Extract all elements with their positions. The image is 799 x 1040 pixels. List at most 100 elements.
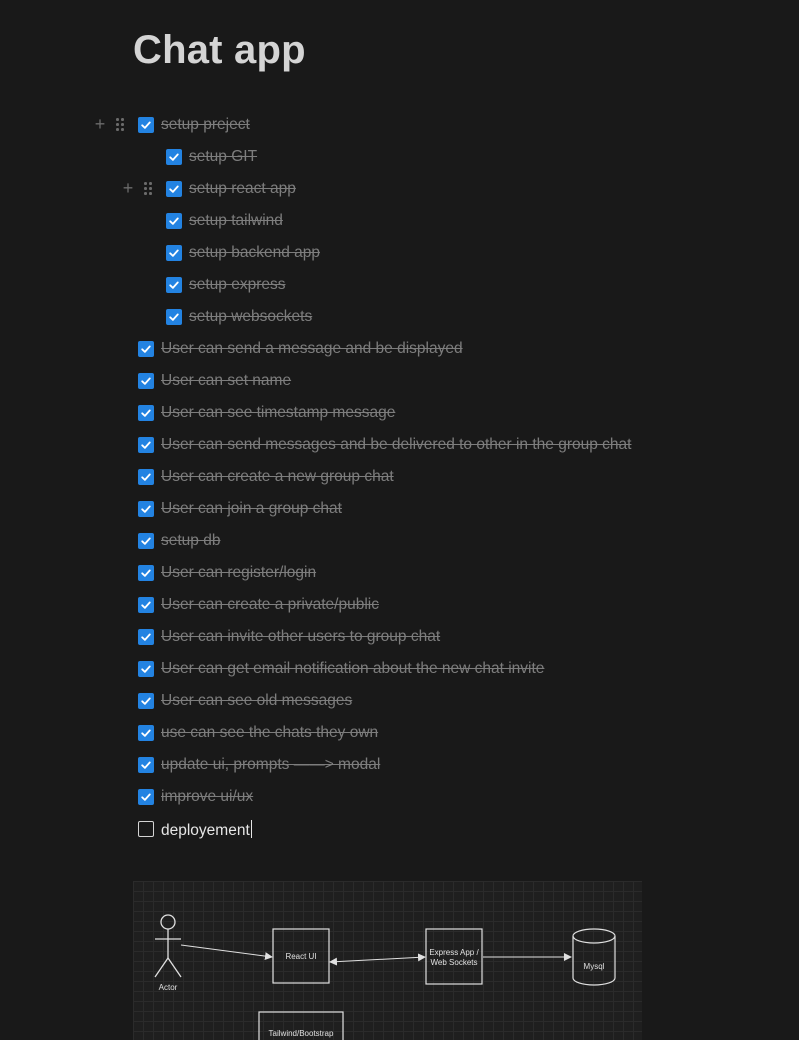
checkbox-checked[interactable] — [138, 693, 154, 709]
todo-item[interactable]: User can see old messages — [0, 685, 799, 717]
checkbox-checked[interactable] — [138, 629, 154, 645]
checkmark-icon — [140, 471, 152, 483]
todo-text[interactable]: User can invite other users to group cha… — [161, 628, 440, 646]
todo-text[interactable]: setup preject — [161, 116, 250, 134]
checkbox-checked[interactable] — [138, 437, 154, 453]
react-ui-label: React UI — [285, 952, 316, 961]
todo-text[interactable]: setup GIT — [189, 148, 257, 166]
todo-text[interactable]: deployement — [161, 820, 252, 840]
checkbox-checked[interactable] — [166, 277, 182, 293]
checkbox-checked[interactable] — [138, 565, 154, 581]
checkbox-checked[interactable] — [138, 373, 154, 389]
checkbox-checked[interactable] — [166, 149, 182, 165]
todo-text[interactable]: setup react app — [189, 180, 296, 198]
checkbox-checked[interactable] — [138, 597, 154, 613]
todo-item[interactable]: User can register/login — [0, 557, 799, 589]
todo-item[interactable]: User can create a new group chat — [0, 461, 799, 493]
checkmark-icon — [168, 279, 180, 291]
checkmark-icon — [140, 119, 152, 131]
todo-text[interactable]: setup backend app — [189, 244, 320, 262]
checkbox-checked[interactable] — [166, 309, 182, 325]
todo-item[interactable]: deployement — [0, 813, 799, 845]
checkbox-checked[interactable] — [166, 245, 182, 261]
todo-item[interactable]: setup tailwind — [0, 205, 799, 237]
checkmark-icon — [140, 663, 152, 675]
todo-text[interactable]: User can set name — [161, 372, 291, 390]
checkbox-checked[interactable] — [166, 213, 182, 229]
todo-item[interactable]: User can set name — [0, 365, 799, 397]
todo-item[interactable]: + setup react app — [0, 173, 799, 205]
checkbox-unchecked[interactable] — [138, 821, 154, 837]
todo-item[interactable]: setup GIT — [0, 141, 799, 173]
drag-handle-icon[interactable] — [116, 118, 126, 132]
todo-item[interactable]: setup db — [0, 525, 799, 557]
todo-item[interactable]: User can send a message and be displayed — [0, 333, 799, 365]
checkbox-checked[interactable] — [138, 661, 154, 677]
checkmark-icon — [140, 759, 152, 771]
checkbox-checked[interactable] — [138, 725, 154, 741]
checkmark-icon — [140, 567, 152, 579]
checkmark-icon — [140, 599, 152, 611]
react-to-express-arrow — [329, 953, 426, 966]
checkbox-checked[interactable] — [138, 501, 154, 517]
todo-item[interactable]: update ui, prompts ——> modal — [0, 749, 799, 781]
checkmark-icon — [140, 791, 152, 803]
todo-text[interactable]: User can get email notification about th… — [161, 660, 544, 678]
todo-text[interactable]: setup db — [161, 532, 220, 550]
todo-item[interactable]: User can invite other users to group cha… — [0, 621, 799, 653]
database-cylinder — [572, 928, 616, 986]
todo-item[interactable]: User can get email notification about th… — [0, 653, 799, 685]
todo-text[interactable]: use can see the chats they own — [161, 724, 378, 742]
architecture-diagram[interactable]: Actor React UI Express App / Web Sockets… — [133, 881, 642, 1040]
todo-item[interactable]: setup websockets — [0, 301, 799, 333]
checkbox-checked[interactable] — [138, 469, 154, 485]
todo-text[interactable]: setup websockets — [189, 308, 312, 326]
checkmark-icon — [168, 311, 180, 323]
checkmark-icon — [140, 503, 152, 515]
express-label-line2: Web Sockets — [431, 958, 478, 967]
text-cursor — [250, 820, 252, 838]
todo-item[interactable]: setup express — [0, 269, 799, 301]
todo-text[interactable]: improve ui/ux — [161, 788, 253, 806]
todo-text[interactable]: update ui, prompts ——> modal — [161, 756, 380, 774]
add-block-icon[interactable]: + — [121, 179, 135, 197]
todo-item[interactable]: + setup preject — [0, 109, 799, 141]
todo-item[interactable]: setup backend app — [0, 237, 799, 269]
checkbox-checked[interactable] — [138, 341, 154, 357]
checkmark-icon — [140, 343, 152, 355]
todo-text[interactable]: User can join a group chat — [161, 500, 342, 518]
checkbox-checked[interactable] — [166, 181, 182, 197]
todo-text[interactable]: User can see old messages — [161, 692, 352, 710]
checkmark-icon — [140, 631, 152, 643]
todo-item[interactable]: User can join a group chat — [0, 493, 799, 525]
drag-handle-icon[interactable] — [144, 182, 154, 196]
checkmark-icon — [168, 215, 180, 227]
checkbox-checked[interactable] — [138, 757, 154, 773]
checkmark-icon — [140, 439, 152, 451]
todo-text[interactable]: User can send messages and be delivered … — [161, 436, 631, 454]
checkmark-icon — [140, 407, 152, 419]
checkmark-icon — [140, 695, 152, 707]
add-block-icon[interactable]: + — [93, 115, 107, 133]
todo-item[interactable]: User can create a private/public — [0, 589, 799, 621]
todo-text[interactable]: User can see timestamp message — [161, 404, 395, 422]
checkbox-checked[interactable] — [138, 117, 154, 133]
todo-text[interactable]: User can register/login — [161, 564, 316, 582]
todo-text[interactable]: User can create a new group chat — [161, 468, 394, 486]
todo-item[interactable]: User can see timestamp message — [0, 397, 799, 429]
checkbox-checked[interactable] — [138, 789, 154, 805]
checkmark-icon — [140, 535, 152, 547]
checkmark-icon — [140, 727, 152, 739]
page-title[interactable]: Chat app — [133, 26, 306, 74]
todo-item[interactable]: use can see the chats they own — [0, 717, 799, 749]
todo-text[interactable]: setup express — [189, 276, 286, 294]
todo-text[interactable]: User can create a private/public — [161, 596, 379, 614]
checkmark-icon — [168, 183, 180, 195]
todo-text[interactable]: User can send a message and be displayed — [161, 340, 463, 358]
checkbox-checked[interactable] — [138, 533, 154, 549]
todo-item[interactable]: User can send messages and be delivered … — [0, 429, 799, 461]
todo-item[interactable]: improve ui/ux — [0, 781, 799, 813]
checkbox-checked[interactable] — [138, 405, 154, 421]
actor-to-react-arrow — [180, 944, 273, 961]
todo-text[interactable]: setup tailwind — [189, 212, 283, 230]
